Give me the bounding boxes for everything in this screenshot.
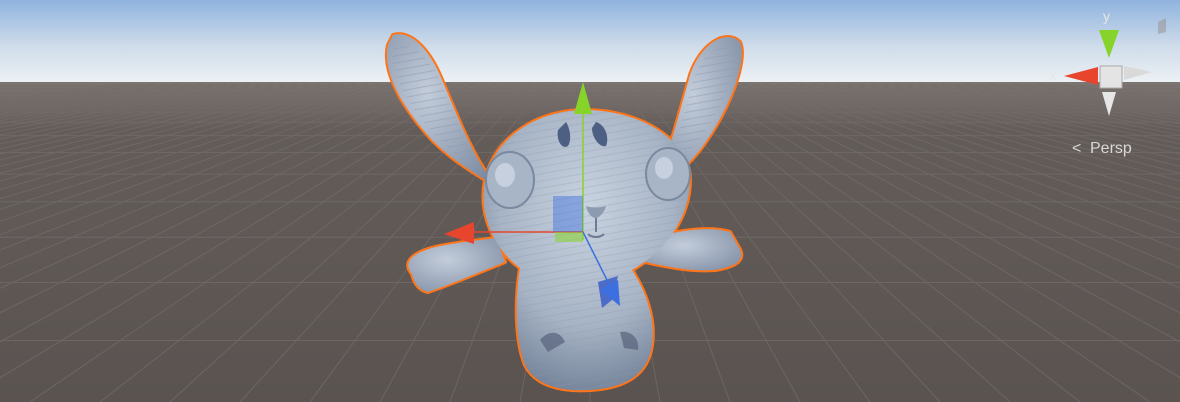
scene-viewport[interactable] bbox=[0, 0, 1180, 402]
projection-label: Persp bbox=[1090, 140, 1132, 157]
gizmo-xy-plane-handle[interactable] bbox=[553, 196, 583, 232]
projection-toggle[interactable]: < Persp bbox=[1072, 140, 1132, 158]
sky-background bbox=[0, 0, 1180, 84]
orientation-x-label: x bbox=[1049, 67, 1056, 83]
orientation-center-cube[interactable] bbox=[1099, 65, 1123, 89]
chevron-left-icon: < bbox=[1072, 140, 1082, 157]
gizmo-xz-plane-handle[interactable] bbox=[555, 232, 583, 242]
orientation-y-label: y bbox=[1103, 8, 1110, 24]
